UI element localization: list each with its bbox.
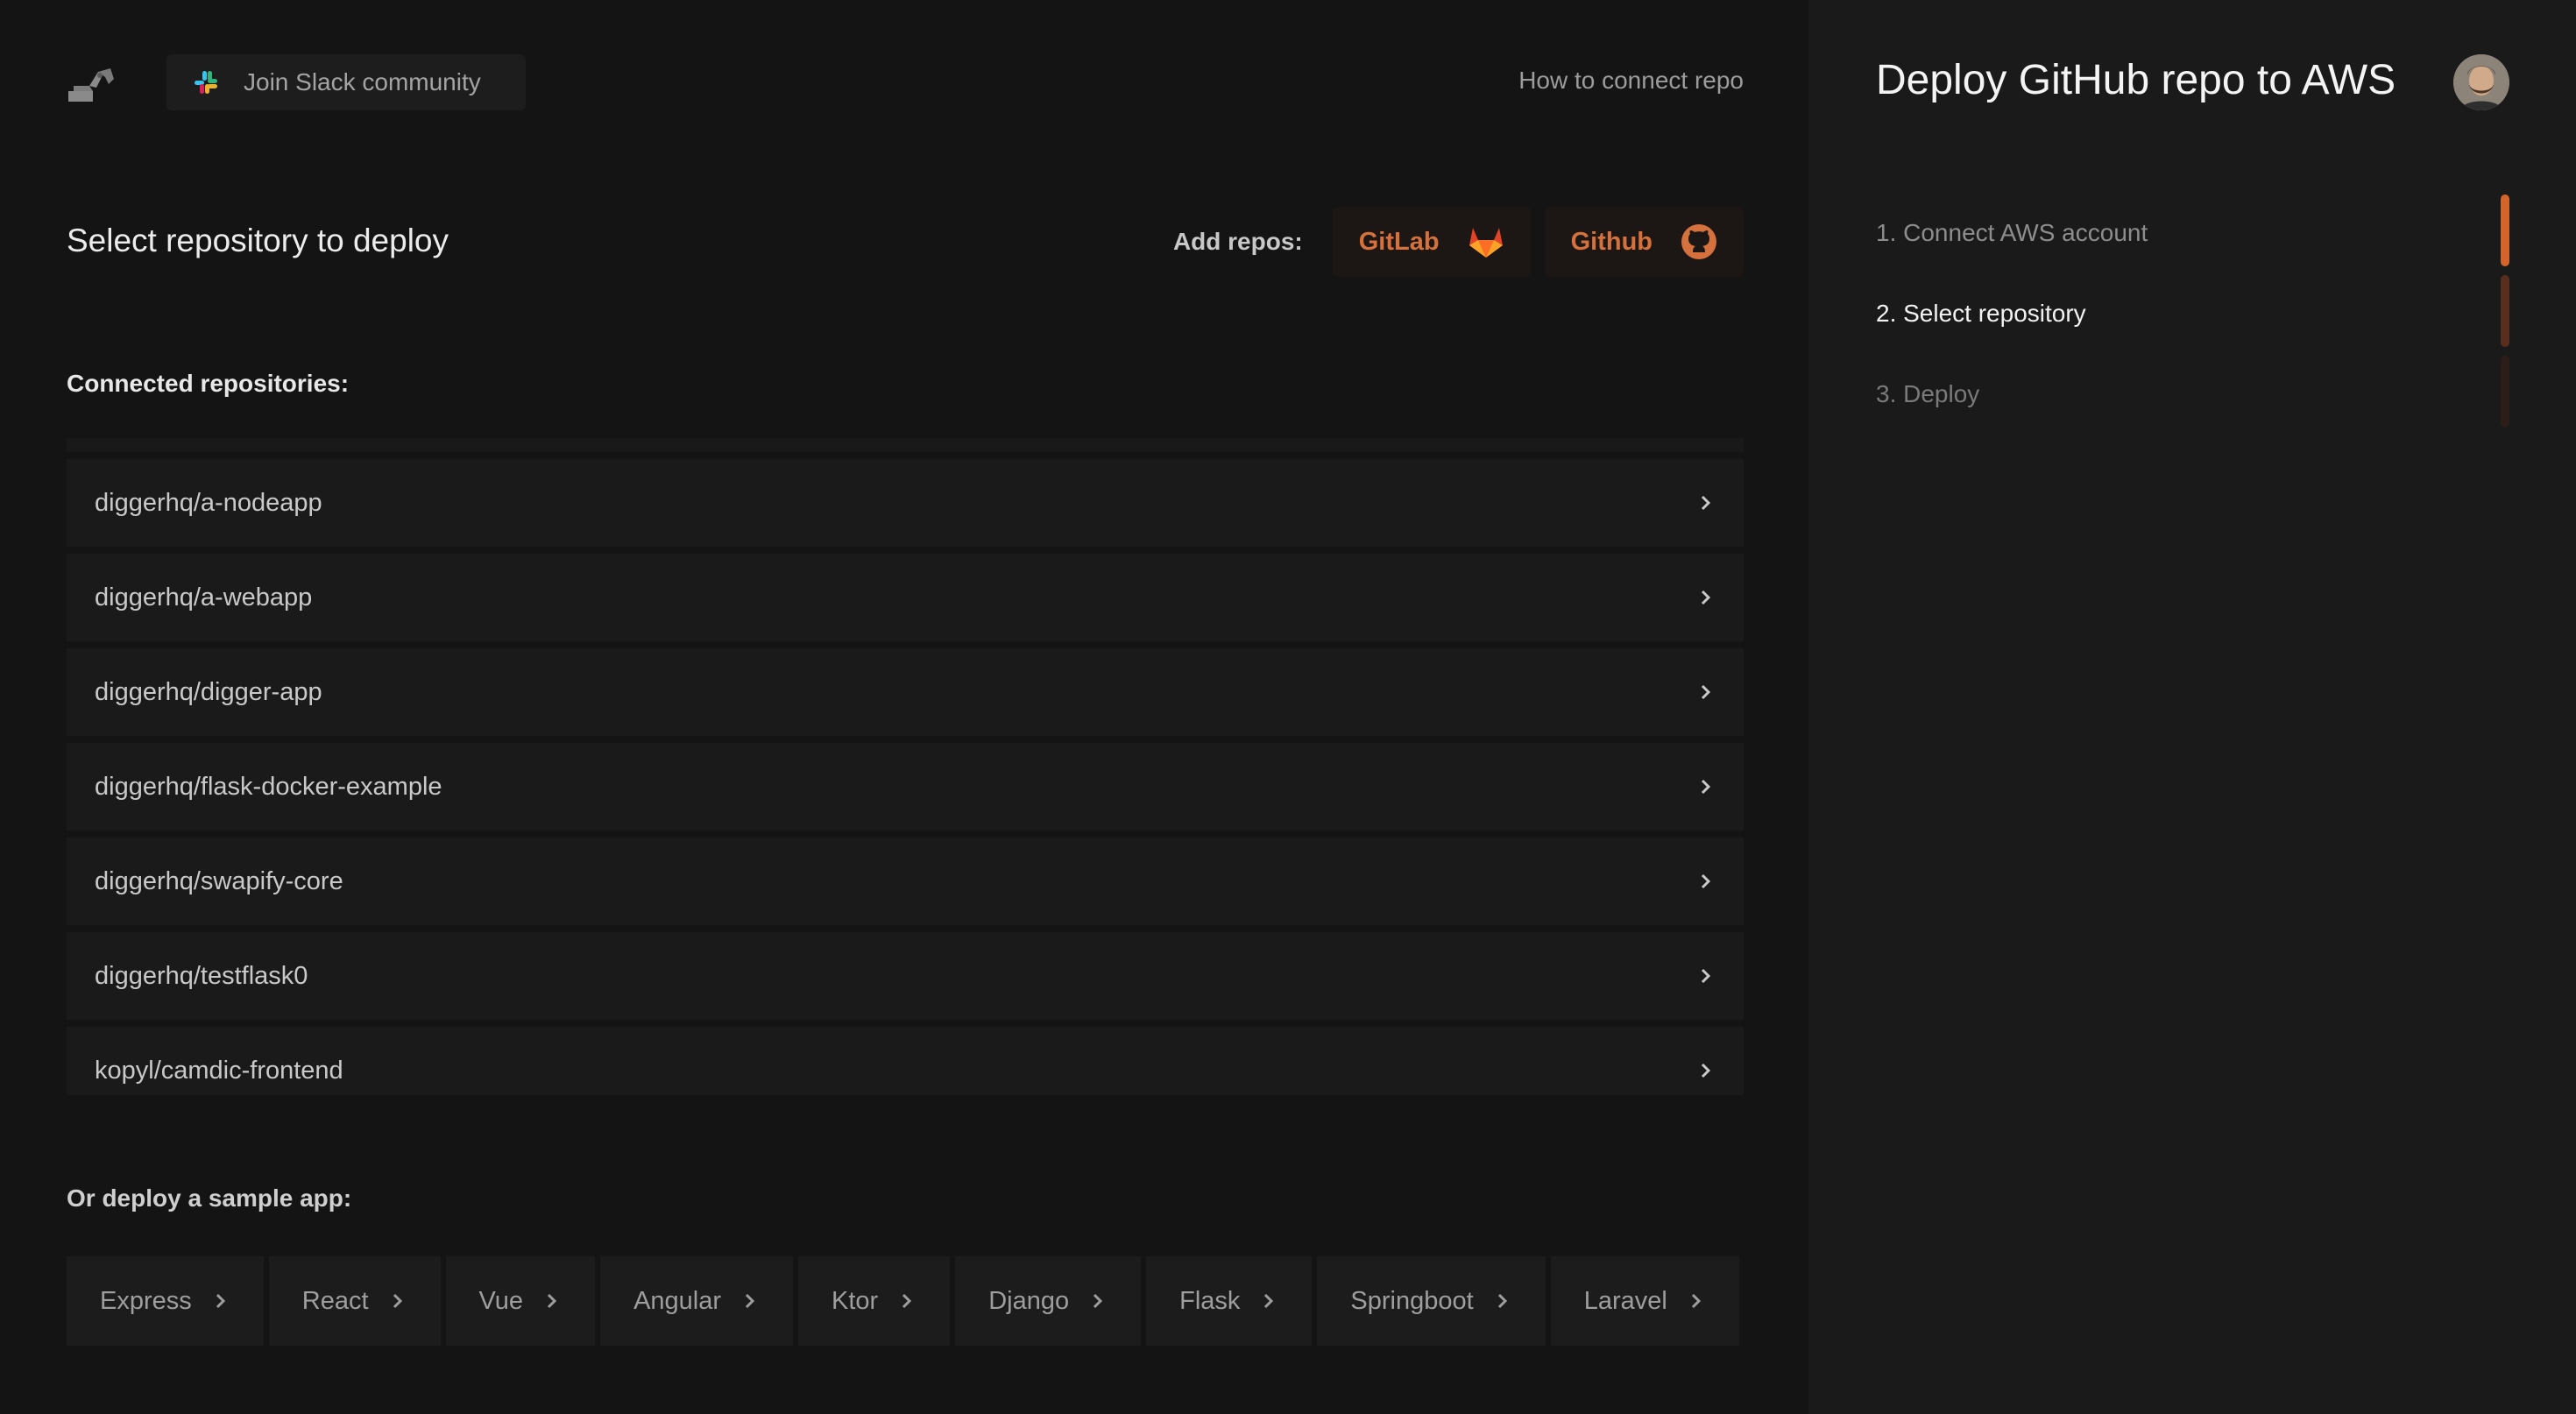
repo-list[interactable]: diggerhq/a-nodeapp diggerhq/a-webapp dig… [67, 438, 1744, 1095]
chevron-right-icon [1691, 1293, 1701, 1309]
chevron-right-icon [216, 1293, 225, 1309]
sample-vue-button[interactable]: Vue [445, 1256, 596, 1346]
sample-springboot-button[interactable]: Springboot [1317, 1256, 1546, 1346]
sample-apps-row[interactable]: Express React Vue Angular Ktor Django Fl… [67, 1256, 1744, 1346]
sample-laravel-button[interactable]: Laravel [1550, 1256, 1739, 1346]
chevron-right-icon [1701, 779, 1711, 795]
add-repos-group: Add repos: GitLab Github [1173, 207, 1744, 277]
digger-logo-icon[interactable] [67, 65, 116, 103]
github-icon [1681, 224, 1716, 259]
sample-app-label: Angular [633, 1286, 722, 1315]
repo-row-camdic-frontend[interactable]: kopyl/camdic-frontend [67, 1027, 1744, 1095]
repo-name: kopyl/camdic-frontend [95, 1056, 343, 1085]
chevron-right-icon [1701, 590, 1711, 605]
chevron-right-icon [1093, 1293, 1103, 1309]
deploy-steps: 1. Connect AWS account 2. Select reposit… [1876, 193, 2148, 435]
chevron-right-icon [745, 1293, 755, 1309]
list-top-edge [67, 438, 1744, 452]
sample-express-button[interactable]: Express [67, 1256, 264, 1346]
chevron-right-icon [902, 1293, 912, 1309]
sample-app-label: Laravel [1583, 1286, 1667, 1315]
side-panel: Deploy GitHub repo to AWS 1. Connect AWS… [1808, 0, 2576, 1414]
add-gitlab-button[interactable]: GitLab [1332, 207, 1531, 277]
side-panel-title: Deploy GitHub repo to AWS [1876, 57, 2396, 103]
sample-django-button[interactable]: Django [955, 1256, 1142, 1346]
repo-row-digger-app[interactable]: diggerhq/digger-app [67, 648, 1744, 736]
chevron-right-icon [1701, 495, 1711, 511]
slack-icon [195, 71, 217, 94]
sample-app-label: Ktor [832, 1286, 879, 1315]
gitlab-icon [1468, 228, 1503, 258]
add-repos-label: Add repos: [1172, 228, 1303, 255]
progress-segment-1 [2501, 194, 2509, 266]
repo-name: diggerhq/flask-docker-example [95, 772, 442, 801]
page-title: Select repository to deploy [67, 223, 449, 258]
repo-row-swapify-core[interactable]: diggerhq/swapify-core [67, 838, 1744, 925]
repo-row-testflask0[interactable]: diggerhq/testflask0 [67, 932, 1744, 1020]
sample-app-label: Express [100, 1286, 192, 1315]
add-github-button[interactable]: Github [1544, 207, 1744, 277]
step-connect-aws[interactable]: 1. Connect AWS account [1876, 193, 2148, 273]
step-progress-indicator [2501, 194, 2509, 436]
step-select-repository[interactable]: 2. Select repository [1876, 273, 2148, 354]
step-deploy[interactable]: 3. Deploy [1876, 354, 2148, 435]
chevron-right-icon [1701, 684, 1711, 700]
repo-name: diggerhq/digger-app [95, 677, 322, 706]
repo-row-flask-docker-example[interactable]: diggerhq/flask-docker-example [67, 743, 1744, 831]
sample-app-label: Springboot [1350, 1286, 1474, 1315]
chevron-right-icon [548, 1293, 557, 1309]
connected-repos-label: Connected repositories: [67, 370, 350, 397]
repo-name: diggerhq/a-webapp [95, 583, 313, 612]
sample-apps-label: Or deploy a sample app: [67, 1184, 352, 1212]
sample-app-label: React [301, 1286, 369, 1315]
repo-name: diggerhq/testflask0 [95, 961, 308, 990]
repo-row-a-webapp[interactable]: diggerhq/a-webapp [67, 554, 1744, 641]
user-avatar-icon [2453, 54, 2509, 110]
repo-row-a-nodeapp[interactable]: diggerhq/a-nodeapp [67, 459, 1744, 547]
top-bar: Join Slack community How to connect repo [67, 54, 1744, 110]
main-content: Join Slack community How to connect repo… [0, 0, 1808, 1414]
gitlab-button-label: GitLab [1358, 227, 1440, 256]
repo-name: diggerhq/a-nodeapp [95, 488, 322, 517]
sample-angular-button[interactable]: Angular [600, 1256, 794, 1346]
chevron-right-icon [1701, 968, 1711, 984]
sample-flask-button[interactable]: Flask [1146, 1256, 1313, 1346]
sample-app-label: Django [988, 1286, 1070, 1315]
select-repo-header: Select repository to deploy Add repos: G… [67, 207, 1744, 277]
join-slack-button[interactable]: Join Slack community [166, 54, 526, 110]
sample-ktor-button[interactable]: Ktor [798, 1256, 951, 1346]
chevron-right-icon [1264, 1293, 1274, 1309]
chevron-right-icon [393, 1293, 402, 1309]
chevron-right-icon [1497, 1293, 1507, 1309]
sample-app-label: Vue [478, 1286, 524, 1315]
progress-segment-3 [2501, 356, 2509, 428]
github-button-label: Github [1570, 227, 1652, 256]
how-to-connect-repo-link[interactable]: How to connect repo [1518, 67, 1744, 95]
chevron-right-icon [1701, 873, 1711, 889]
chevron-right-icon [1701, 1063, 1711, 1078]
sample-app-label: Flask [1179, 1286, 1241, 1315]
avatar[interactable] [2453, 54, 2509, 110]
join-slack-label: Join Slack community [244, 68, 481, 95]
repo-name: diggerhq/swapify-core [95, 866, 343, 895]
app-root: Join Slack community How to connect repo… [0, 0, 2576, 1414]
sample-react-button[interactable]: React [268, 1256, 441, 1346]
progress-segment-2 [2501, 275, 2509, 347]
